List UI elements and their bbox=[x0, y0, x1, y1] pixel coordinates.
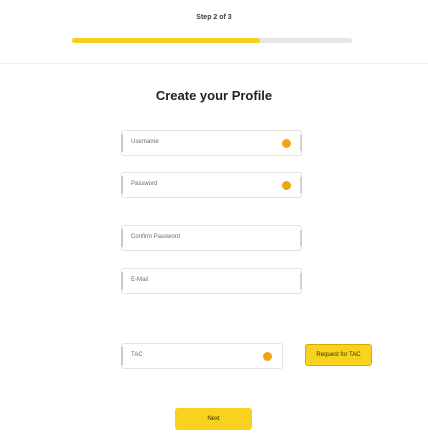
username-placeholder: Username bbox=[131, 139, 159, 145]
password-field[interactable]: Password bbox=[121, 172, 302, 198]
confirm-password-field-edge bbox=[300, 230, 302, 246]
progress-bar bbox=[72, 38, 352, 43]
username-field[interactable]: Username bbox=[121, 130, 302, 156]
username-field-edge bbox=[300, 135, 302, 151]
confirm-password-placeholder: Confirm Password bbox=[131, 234, 181, 240]
password-field-edge bbox=[300, 177, 302, 193]
password-placeholder: Password bbox=[131, 181, 158, 187]
confirm-password-field[interactable]: Confirm Password bbox=[121, 225, 302, 251]
tac-placeholder: TAC bbox=[131, 352, 143, 358]
next-button[interactable]: Next bbox=[175, 408, 252, 430]
password-status-icon bbox=[282, 181, 291, 190]
header-divider bbox=[0, 63, 428, 64]
email-field-edge bbox=[300, 273, 302, 289]
step-indicator: Step 2 of 3 bbox=[196, 14, 232, 21]
email-field[interactable]: E-Mail bbox=[121, 268, 302, 294]
email-placeholder: E-Mail bbox=[131, 277, 149, 283]
request-tac-button[interactable]: Request for TAC bbox=[305, 344, 372, 366]
tac-status-icon bbox=[263, 352, 272, 361]
progress-bar-fill bbox=[72, 38, 260, 43]
page-title: Create your Profile bbox=[155, 88, 273, 103]
tac-field[interactable]: TAC bbox=[121, 343, 283, 369]
username-status-icon bbox=[282, 139, 291, 148]
